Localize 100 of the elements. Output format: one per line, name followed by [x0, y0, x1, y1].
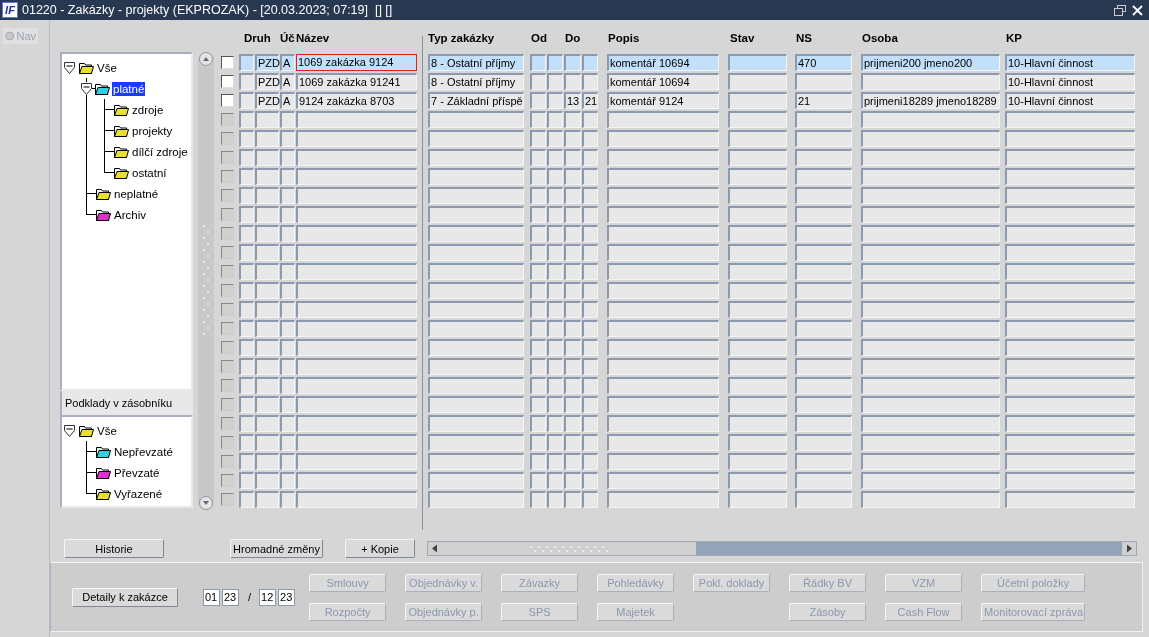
record-field[interactable] [547, 377, 563, 394]
record-field[interactable] [239, 282, 254, 299]
record-field[interactable] [280, 282, 295, 299]
record-field[interactable] [1005, 320, 1135, 337]
record-field[interactable] [1005, 491, 1135, 508]
record-field[interactable] [564, 301, 581, 318]
record-field[interactable] [296, 168, 417, 185]
record-field[interactable]: 10-Hlavní činnost [1005, 73, 1135, 90]
record-field[interactable] [280, 434, 295, 451]
record-field[interactable] [296, 320, 417, 337]
tree-item[interactable]: Vše [96, 60, 118, 75]
record-field[interactable] [280, 377, 295, 394]
record-field[interactable] [607, 320, 719, 337]
record-field[interactable] [607, 244, 719, 261]
record-field[interactable] [428, 168, 524, 185]
record-field[interactable] [861, 263, 1000, 280]
tree-item[interactable]: Vše [96, 423, 118, 438]
record-field[interactable] [296, 111, 417, 128]
record-field[interactable] [547, 263, 563, 280]
record-field[interactable] [795, 396, 852, 413]
record-field[interactable] [861, 472, 1000, 489]
scroll-right-icon[interactable] [1125, 544, 1133, 553]
record-field[interactable] [607, 263, 719, 280]
record-field[interactable] [861, 396, 1000, 413]
record-field[interactable] [280, 130, 295, 147]
record-field[interactable]: 10-Hlavní činnost [1005, 92, 1135, 109]
record-field[interactable] [547, 472, 563, 489]
record-field[interactable] [530, 73, 546, 90]
record-field[interactable] [530, 244, 546, 261]
record-field[interactable] [530, 206, 546, 223]
record-field[interactable] [564, 187, 581, 204]
record-field[interactable] [564, 377, 581, 394]
record-field[interactable] [547, 54, 563, 71]
record-field[interactable]: PZD [255, 73, 279, 90]
record-field[interactable] [582, 415, 598, 432]
record-field[interactable] [582, 244, 598, 261]
record-field[interactable] [1005, 415, 1135, 432]
record-field[interactable] [1005, 339, 1135, 356]
record-field[interactable] [1005, 244, 1135, 261]
record-field[interactable] [1005, 396, 1135, 413]
record-field[interactable] [296, 396, 417, 413]
period-field[interactable]: 23 [278, 588, 296, 606]
record-field[interactable] [564, 434, 581, 451]
record-field[interactable] [239, 320, 254, 337]
record-field[interactable] [564, 472, 581, 489]
record-field[interactable] [564, 320, 581, 337]
record-field[interactable] [564, 263, 581, 280]
scroll-up-icon[interactable] [199, 52, 213, 66]
record-field[interactable] [607, 168, 719, 185]
record-field[interactable] [255, 358, 279, 375]
record-field[interactable] [239, 339, 254, 356]
record-field[interactable] [255, 225, 279, 242]
record-field[interactable]: prijmeni200 jmeno200 [861, 54, 1000, 71]
record-field[interactable] [280, 358, 295, 375]
record-field[interactable] [239, 92, 254, 109]
record-field[interactable] [296, 263, 417, 280]
record-field[interactable] [1005, 434, 1135, 451]
record-field[interactable] [428, 339, 524, 356]
record-field[interactable] [280, 396, 295, 413]
record-field[interactable] [428, 491, 524, 508]
tree-item[interactable]: Vyřazené [113, 486, 164, 501]
record-field[interactable] [255, 187, 279, 204]
scroll-left-icon[interactable] [431, 544, 439, 553]
record-field[interactable] [255, 149, 279, 166]
record-field[interactable] [795, 187, 852, 204]
action-button[interactable]: + Kopie [345, 539, 415, 558]
record-field[interactable] [280, 111, 295, 128]
record-field[interactable]: A [280, 54, 295, 71]
record-field[interactable] [296, 472, 417, 489]
record-field[interactable] [795, 415, 852, 432]
record-field[interactable]: 13 [564, 92, 581, 109]
record-field[interactable] [795, 206, 852, 223]
record-field[interactable] [607, 453, 719, 470]
tree-item[interactable]: Nepřevzaté [113, 444, 174, 459]
record-field[interactable] [582, 130, 598, 147]
tree-item[interactable]: ostatní [131, 165, 168, 180]
record-field[interactable] [547, 73, 563, 90]
record-field[interactable] [547, 282, 563, 299]
record-field[interactable] [1005, 472, 1135, 489]
record-field[interactable] [607, 491, 719, 508]
record-field[interactable] [239, 187, 254, 204]
record-field[interactable] [547, 168, 563, 185]
tree-item[interactable]: zdroje [131, 102, 165, 117]
record-field[interactable] [1005, 453, 1135, 470]
record-field[interactable] [296, 149, 417, 166]
record-field[interactable] [861, 168, 1000, 185]
record-field[interactable] [582, 149, 598, 166]
record-field[interactable] [280, 187, 295, 204]
record-field[interactable] [255, 206, 279, 223]
record-field[interactable] [1005, 225, 1135, 242]
record-field[interactable] [582, 54, 598, 71]
record-field[interactable] [564, 453, 581, 470]
record-field[interactable] [607, 225, 719, 242]
record-field[interactable] [296, 434, 417, 451]
vertical-scrollbar[interactable] [198, 52, 214, 510]
record-field[interactable] [728, 396, 787, 413]
record-field[interactable] [1005, 263, 1135, 280]
record-field[interactable] [582, 263, 598, 280]
record-field[interactable] [728, 168, 787, 185]
record-field[interactable] [530, 491, 546, 508]
